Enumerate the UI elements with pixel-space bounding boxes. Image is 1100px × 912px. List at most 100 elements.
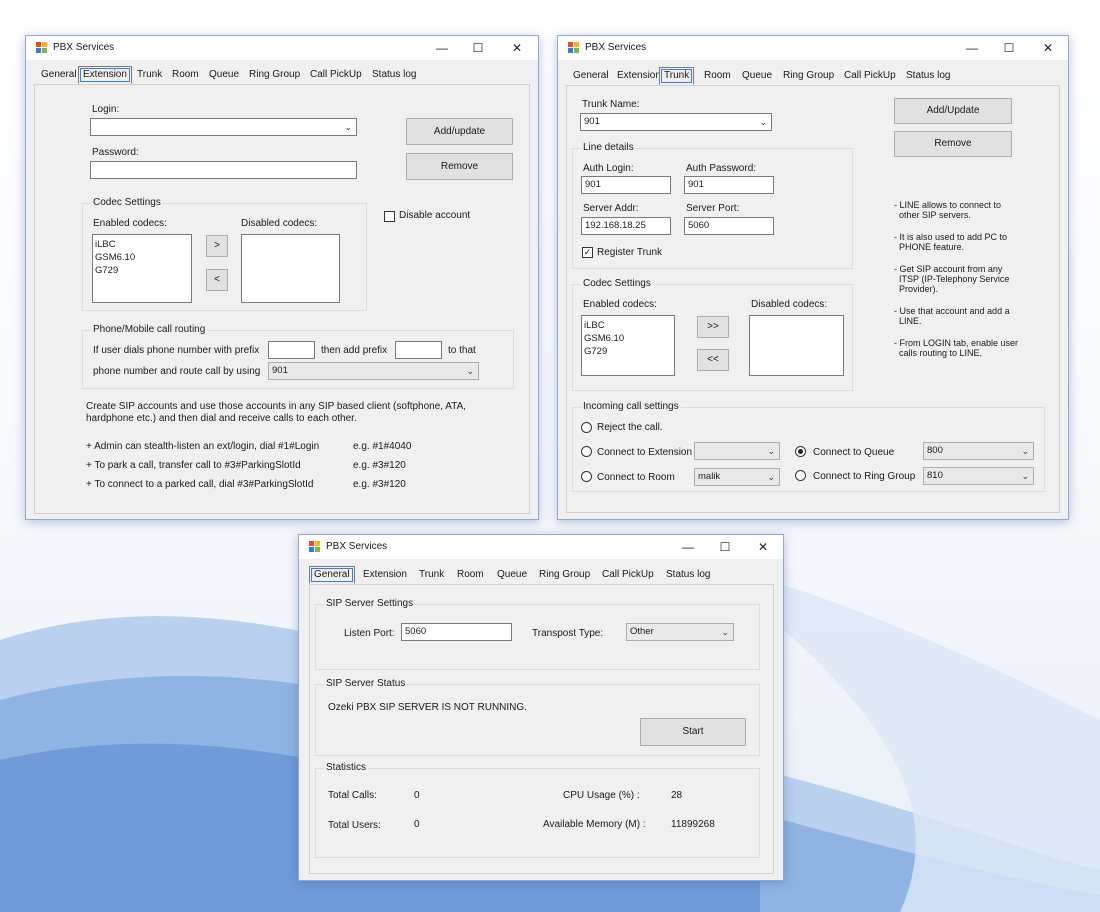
tab-status-log[interactable]: Status log [367, 66, 421, 84]
move-right-button[interactable]: >> [697, 316, 729, 338]
login-dropdown[interactable]: ⌄ [90, 118, 357, 136]
auth-login-field[interactable]: 901 [581, 176, 671, 194]
codec-settings-group: Codec Settings Enabled codecs: Disabled … [572, 278, 853, 391]
transport-type-dropdown[interactable]: Other ⌄ [626, 623, 734, 641]
maximize-icon[interactable]: ☐ [998, 39, 1020, 57]
tab-ring-group[interactable]: Ring Group [244, 66, 305, 84]
listen-port-field[interactable]: 5060 [401, 623, 512, 641]
list-item[interactable]: G729 [584, 345, 672, 358]
reject-call-radio[interactable] [581, 422, 592, 433]
password-field[interactable] [90, 161, 357, 179]
tab-extension[interactable]: Extension [78, 66, 132, 84]
statistics-group: Statistics Total Calls: 0 Total Users: 0… [315, 762, 760, 858]
tab-extension[interactable]: Extension [612, 67, 666, 85]
incoming-call-title: Incoming call settings [581, 401, 681, 412]
tab-room[interactable]: Room [699, 67, 736, 85]
add-prefix-input[interactable] [395, 341, 442, 359]
tab-call-pickup[interactable]: Call PickUp [305, 66, 367, 84]
server-addr-field[interactable]: 192.168.18.25 [581, 217, 671, 235]
move-left-button[interactable]: << [697, 349, 729, 371]
tab-ring-group[interactable]: Ring Group [778, 67, 839, 85]
title-bar[interactable]: PBX Services — ☐ ✕ [299, 535, 783, 559]
minimize-icon[interactable]: — [677, 538, 699, 556]
list-item[interactable]: iLBC [584, 319, 672, 332]
pbx-app-icon [36, 42, 47, 53]
pbx-app-icon [309, 541, 320, 552]
server-status-text: Ozeki PBX SIP SERVER IS NOT RUNNING. [328, 702, 527, 713]
tab-call-pickup[interactable]: Call PickUp [597, 566, 659, 584]
sip-server-settings-group: SIP Server Settings Listen Port: 5060 Tr… [315, 598, 760, 670]
minimize-icon[interactable]: — [961, 39, 983, 57]
tip-connect-parked: + To connect to a parked call, dial #3#P… [86, 479, 314, 490]
minimize-icon[interactable]: — [431, 39, 453, 57]
tab-ring-group[interactable]: Ring Group [534, 566, 595, 584]
auth-password-field[interactable]: 901 [684, 176, 774, 194]
tab-queue[interactable]: Queue [204, 66, 244, 84]
tip-park-call: + To park a call, transfer call to #3#Pa… [86, 460, 301, 471]
close-icon[interactable]: ✕ [1037, 39, 1059, 57]
tab-queue[interactable]: Queue [737, 67, 777, 85]
available-memory-value: 11899268 [671, 819, 715, 830]
move-left-button[interactable]: < [206, 269, 228, 291]
list-item[interactable]: iLBC [95, 238, 189, 251]
tab-panel: Login: ⌄ Password: Add/update Remove Cod… [34, 84, 530, 514]
tab-room[interactable]: Room [452, 566, 489, 584]
ring-group-dropdown[interactable]: 810 ⌄ [923, 467, 1034, 485]
tab-status-log[interactable]: Status log [661, 566, 715, 584]
tab-general[interactable]: General [568, 67, 614, 85]
connect-ring-group-label: Connect to Ring Group [813, 471, 916, 482]
incoming-call-group: Incoming call settings Reject the call. … [572, 401, 1045, 492]
title-bar[interactable]: PBX Services — ☐ ✕ [26, 36, 538, 60]
tab-general[interactable]: General [36, 66, 82, 84]
connect-ring-group-radio[interactable] [795, 470, 806, 481]
route-dropdown[interactable]: 901 ⌄ [268, 362, 479, 380]
auth-password-label: Auth Password: [686, 163, 757, 174]
room-dropdown[interactable]: malik ⌄ [694, 468, 780, 486]
close-icon[interactable]: ✕ [752, 538, 774, 556]
add-update-button[interactable]: Add/update [406, 118, 513, 145]
tab-queue[interactable]: Queue [492, 566, 532, 584]
tab-panel: Trunk Name: 901 ⌄ Add/Update Remove Line … [566, 85, 1060, 513]
enabled-codecs-list[interactable]: iLBC GSM6.10 G729 [92, 234, 192, 303]
close-icon[interactable]: ✕ [506, 39, 528, 57]
register-trunk-checkbox[interactable]: ✓ [582, 247, 593, 258]
disable-account-checkbox[interactable] [384, 211, 395, 222]
note-line-5: - From LOGIN tab, enable user calls rout… [894, 338, 1019, 358]
extension-dropdown[interactable]: ⌄ [694, 442, 780, 460]
trunk-name-dropdown[interactable]: 901 ⌄ [580, 113, 772, 131]
prefix-input[interactable] [268, 341, 315, 359]
maximize-icon[interactable]: ☐ [714, 538, 736, 556]
list-item[interactable]: GSM6.10 [584, 332, 672, 345]
move-right-button[interactable]: > [206, 235, 228, 257]
connect-extension-radio[interactable] [581, 446, 592, 457]
enabled-codecs-list[interactable]: iLBC GSM6.10 G729 [581, 315, 675, 376]
sip-server-status-group: SIP Server Status Ozeki PBX SIP SERVER I… [315, 678, 760, 756]
title-bar[interactable]: PBX Services — ☐ ✕ [558, 36, 1068, 60]
tab-extension[interactable]: Extension [358, 566, 412, 584]
tab-room[interactable]: Room [167, 66, 204, 84]
list-item[interactable]: GSM6.10 [95, 251, 189, 264]
remove-button[interactable]: Remove [894, 131, 1012, 157]
server-port-field[interactable]: 5060 [684, 217, 774, 235]
tab-trunk[interactable]: Trunk [659, 67, 695, 85]
list-item[interactable]: G729 [95, 264, 189, 277]
queue-dropdown[interactable]: 800 ⌄ [923, 442, 1034, 460]
connect-room-radio[interactable] [581, 471, 592, 482]
statistics-title: Statistics [324, 762, 369, 773]
remove-button[interactable]: Remove [406, 153, 513, 180]
window-extension: PBX Services — ☐ ✕ General Extension Tru… [25, 35, 539, 520]
tab-status-log[interactable]: Status log [901, 67, 955, 85]
disabled-codecs-list[interactable] [749, 315, 844, 376]
window-title: PBX Services [585, 42, 647, 53]
tab-general[interactable]: General [309, 566, 355, 584]
disabled-codecs-list[interactable] [241, 234, 340, 303]
connect-queue-radio[interactable] [795, 446, 806, 457]
maximize-icon[interactable]: ☐ [467, 39, 489, 57]
tab-trunk[interactable]: Trunk [414, 566, 449, 584]
server-port-label: Server Port: [686, 203, 740, 214]
tab-call-pickup[interactable]: Call PickUp [839, 67, 901, 85]
tip-park-call-example: e.g. #3#120 [353, 460, 406, 471]
tab-trunk[interactable]: Trunk [132, 66, 167, 84]
start-button[interactable]: Start [640, 718, 746, 746]
add-update-button[interactable]: Add/Update [894, 98, 1012, 124]
